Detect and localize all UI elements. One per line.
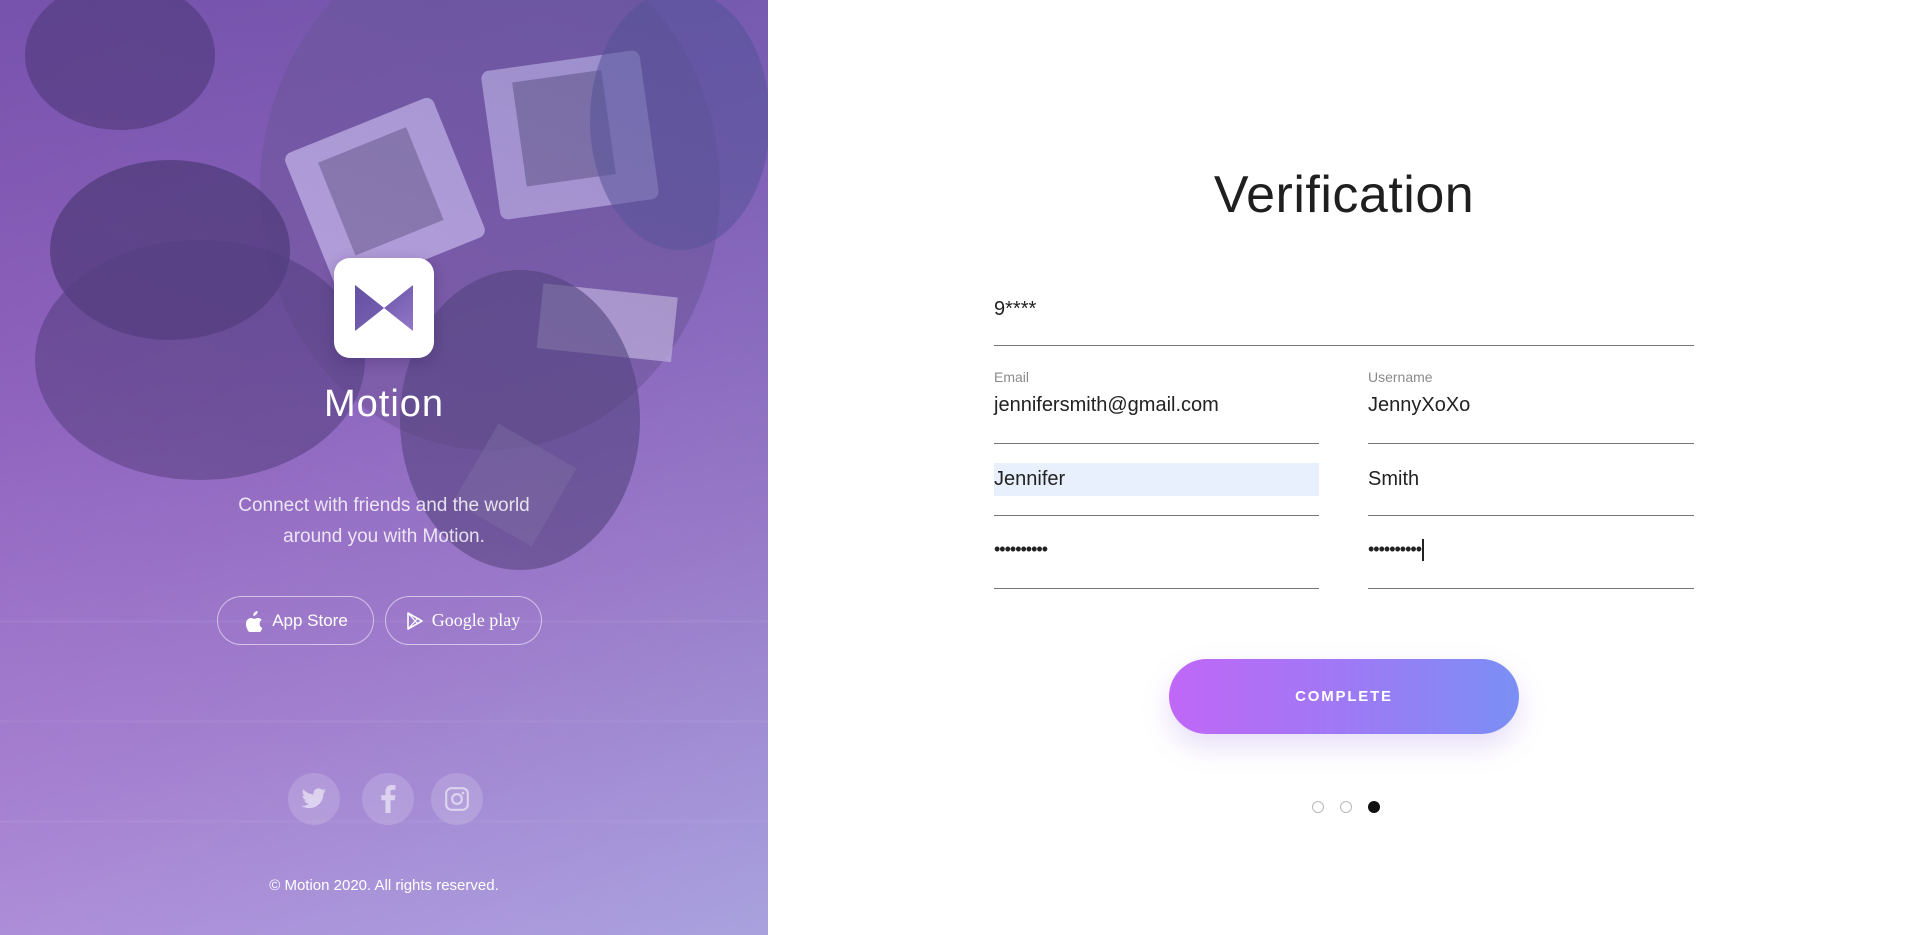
field-underline (1368, 588, 1694, 589)
field-underline (994, 588, 1319, 589)
last-name-field[interactable]: Smith (1368, 463, 1694, 516)
tagline-line-2: around you with Motion. (283, 526, 485, 547)
tagline-line-1: Connect with friends and the world (238, 495, 530, 516)
step-dot-2[interactable] (1340, 801, 1352, 813)
field-underline (994, 443, 1319, 444)
verification-code-value: 9**** (994, 298, 1037, 320)
email-label: Email (994, 369, 1030, 385)
confirm-password-value: •••••••••• (1368, 539, 1422, 559)
password-field[interactable]: •••••••••• (994, 539, 1319, 589)
step-dot-3[interactable] (1368, 801, 1380, 813)
text-caret (1422, 539, 1424, 562)
brand-tagline: Connect with friends and the world aroun… (0, 490, 768, 552)
instagram-icon (445, 787, 469, 811)
field-underline (1368, 515, 1694, 516)
page-title: Verification (1213, 166, 1475, 224)
apple-icon (246, 610, 263, 632)
first-name-field[interactable]: Jennifer (994, 463, 1319, 516)
facebook-link[interactable] (362, 773, 414, 825)
password-value: •••••••••• (994, 539, 1048, 559)
verification-code-field[interactable]: 9**** (994, 294, 1694, 346)
app-logo (334, 258, 434, 358)
step-indicator (1312, 801, 1380, 813)
twitter-link[interactable] (288, 773, 340, 825)
username-field[interactable]: Username JennyXoXo (1368, 369, 1694, 444)
copyright-text: © Motion 2020. All rights reserved. (269, 877, 499, 894)
app-store-label: App Store (272, 610, 348, 630)
brand-name: Motion (323, 383, 445, 425)
confirm-password-wrap: •••••••••• (1368, 539, 1424, 562)
step-dot-1[interactable] (1312, 801, 1324, 813)
google-play-label: Google play (431, 610, 521, 630)
motion-bowtie-icon (355, 285, 413, 331)
complete-button[interactable]: COMPLETE (1169, 659, 1519, 734)
confirm-password-field[interactable]: •••••••••• (1368, 539, 1694, 589)
instagram-link[interactable] (431, 773, 483, 825)
twitter-icon (301, 788, 326, 809)
first-name-value: Jennifer (994, 463, 1319, 496)
field-underline (1368, 443, 1694, 444)
last-name-value: Smith (1368, 468, 1420, 490)
username-value: JennyXoXo (1368, 394, 1471, 416)
field-underline (994, 515, 1319, 516)
brand-panel: Motion Connect with friends and the worl… (0, 0, 768, 935)
username-label: Username (1368, 369, 1433, 385)
verification-panel: Verification 9**** Email jennifersmith@g… (768, 0, 1920, 935)
email-value: jennifersmith@gmail.com (994, 394, 1219, 416)
google-play-icon (406, 611, 423, 630)
facebook-icon (381, 785, 396, 813)
field-underline (994, 345, 1694, 346)
email-field[interactable]: Email jennifersmith@gmail.com (994, 369, 1319, 444)
google-play-button[interactable]: Google play (385, 596, 542, 645)
app-store-button[interactable]: App Store (217, 596, 374, 645)
